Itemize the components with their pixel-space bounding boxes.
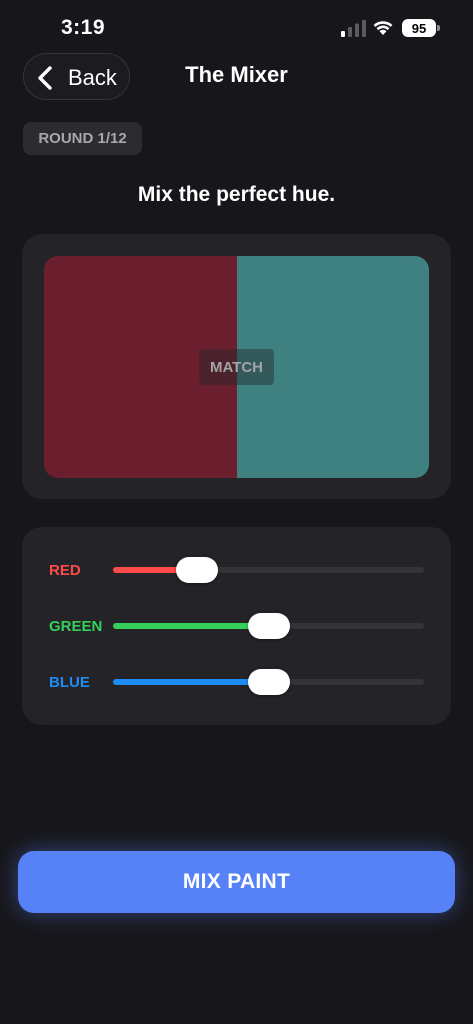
status-time: 3:19 — [61, 16, 106, 39]
slider-fill-green — [113, 623, 269, 629]
slider-thumb-red[interactable] — [175, 557, 218, 583]
mix-paint-label: MIX PAINT — [182, 870, 291, 893]
page-title: The Mixer — [185, 62, 288, 87]
round-badge: ROUND 1/12 — [23, 122, 142, 155]
slider-label-blue: BLUE — [49, 674, 90, 691]
slider-label-red: RED — [49, 562, 81, 579]
back-label: Back — [68, 65, 117, 90]
slider-label-green: GREEN — [49, 618, 103, 635]
battery-indicator: 95 — [402, 19, 436, 37]
instruction-text: Mix the perfect hue. — [137, 183, 336, 206]
battery-percent: 95 — [411, 20, 427, 36]
battery-nub — [437, 25, 440, 31]
slider-thumb-green[interactable] — [247, 613, 290, 639]
slider-fill-blue — [113, 679, 269, 685]
chevron-left-icon — [38, 66, 52, 90]
slider-blue: BLUE — [0, 668, 473, 696]
back-button[interactable]: Back — [23, 53, 130, 100]
slider-red: RED — [0, 556, 473, 584]
cellular-signal-icon — [341, 20, 366, 37]
mix-paint-button[interactable]: MIX PAINT — [18, 851, 455, 913]
slider-green: GREEN — [0, 612, 473, 640]
slider-track-green[interactable] — [113, 613, 424, 639]
match-label: MATCH — [199, 349, 274, 385]
wifi-icon — [373, 21, 393, 35]
slider-thumb-blue[interactable] — [247, 669, 290, 695]
slider-track-blue[interactable] — [113, 669, 424, 695]
slider-track-red[interactable] — [113, 557, 424, 583]
status-bar: 3:19 95 — [0, 0, 473, 56]
